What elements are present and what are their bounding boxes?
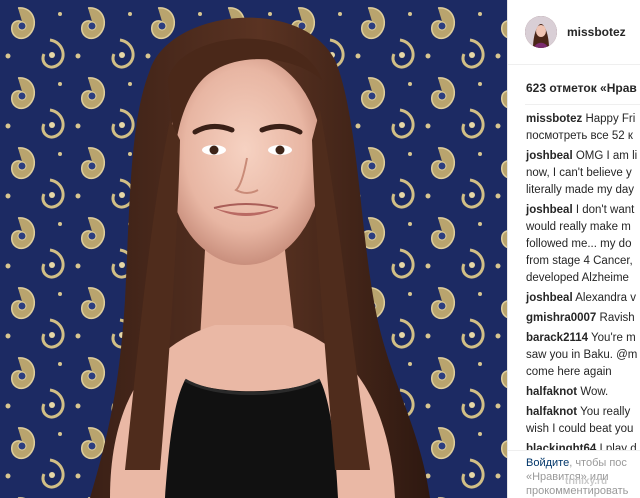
comment-text-line: from stage 4 Cancer,: [526, 255, 633, 267]
comment: joshbeal I don't want: [526, 203, 640, 218]
comment: joshbeal OMG I am li: [526, 149, 640, 164]
comment-username[interactable]: joshbeal: [526, 292, 573, 304]
comment: halfaknot Wow.: [526, 385, 640, 400]
login-prompt: Войдите, чтобы пос «Нравится» или проком…: [508, 450, 640, 498]
comment-username[interactable]: joshbeal: [526, 150, 573, 162]
comment: halfaknot You really: [526, 405, 640, 420]
comment-text: Alexandra v: [575, 292, 636, 304]
comment-username[interactable]: halfaknot: [526, 386, 577, 398]
comment-text-line: wish I could beat you: [526, 423, 634, 435]
login-prompt-line: Войдите, чтобы пос: [526, 457, 627, 469]
comment-text-line: come here again: [526, 366, 612, 378]
comments-list: missbotez Happy Fri посмотреть все 52 к …: [526, 112, 640, 459]
comment: joshbeal Alexandra v: [526, 291, 640, 306]
profile-avatar[interactable]: [525, 16, 557, 48]
comment-text: Ravish: [599, 312, 635, 324]
comment-text: OMG I am li: [575, 150, 638, 162]
comment: gmishra0007 Ravish: [526, 311, 640, 326]
comment-username[interactable]: gmishra0007: [526, 312, 596, 324]
login-link[interactable]: Войдите: [526, 457, 569, 469]
avatar-image: [525, 16, 557, 48]
comment-username[interactable]: joshbeal: [526, 204, 573, 216]
comment-text: I don't want: [575, 204, 635, 216]
watermark: trinixy.ru: [565, 476, 608, 487]
comment-text-line: followed me... my do: [526, 238, 632, 250]
post-sidebar: missbotez 623 отметок «Нрав missbotez Ha…: [507, 0, 640, 498]
comment-text-line: would really make m: [526, 221, 631, 233]
post-photo-image: [0, 0, 507, 498]
comment-text-line: literally made my day: [526, 184, 635, 196]
comment-username[interactable]: barack2114: [526, 332, 588, 344]
post-header: missbotez: [508, 0, 640, 65]
comment-text-line: developed Alzheime: [526, 272, 629, 284]
comment: barack2114 You're m: [526, 331, 640, 346]
header-username[interactable]: missbotez: [567, 25, 626, 39]
comment-text: You really: [580, 406, 631, 418]
caption-username[interactable]: missbotez: [526, 113, 582, 125]
comment-text: You're m: [591, 332, 636, 344]
comment-text-line: saw you in Baku. @m: [526, 349, 638, 361]
comment-text-line: now, I can't believe y: [526, 167, 632, 179]
post-photo[interactable]: [0, 0, 507, 498]
comment-username[interactable]: halfaknot: [526, 406, 577, 418]
caption: missbotez Happy Fri: [526, 112, 640, 127]
view-all-comments-link[interactable]: посмотреть все 52 к: [526, 129, 640, 144]
likes-count[interactable]: 623 отметок «Нрав: [526, 81, 637, 95]
login-prompt-text: , чтобы пос: [569, 457, 627, 469]
comment-text: Wow.: [580, 386, 609, 398]
divider: [525, 104, 640, 105]
caption-text: Happy Fri: [585, 113, 636, 125]
